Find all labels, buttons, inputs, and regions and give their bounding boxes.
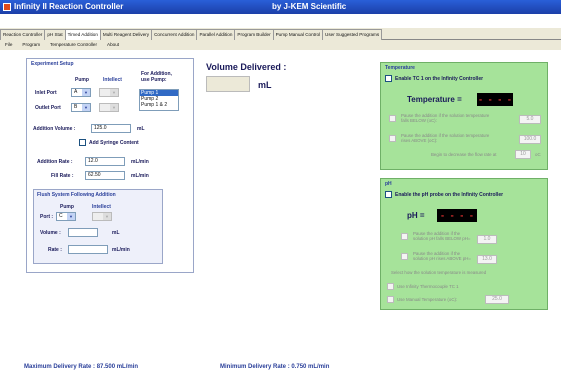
tab-pump-manual-control[interactable]: Pump Manual Control [272,29,324,40]
addition-volume-unit: mL [137,126,145,132]
volume-delivered-display [206,76,250,92]
fill-rate-unit: mL/min [131,173,149,179]
flush-volume-label: Volume : [40,230,61,236]
pause-ph-above-label: Pause the addition if the solution pH ri… [413,251,471,261]
use-thermocouple-checkbox[interactable] [387,283,394,290]
window-title: Infinity II Reaction Controller [14,2,124,11]
for-addition-label: For Addition, use Pump: [141,71,172,83]
tab-concurrent-addition[interactable]: Concurrent Addition [151,29,198,40]
addition-rate-unit: mL/min [131,159,149,165]
experiment-setup-title: Experiment Setup [31,61,74,67]
pause-temp-above-checkbox[interactable] [389,135,396,142]
flow-rate-label: Begin to decrease the flow rate at [431,152,497,157]
syringe-content-label: Add Syringe Content [89,140,139,146]
pause-temp-below-input[interactable]: 5.0 [519,115,541,124]
menu-program[interactable]: Program [17,40,45,49]
pause-temp-above-input[interactable]: 100.0 [519,135,541,144]
ph-panel-title: pH [385,181,392,187]
tab-parallel-addition[interactable]: Parallel Addition [196,29,236,40]
tab-multi-reagent-delivery[interactable]: Multi Reagent Delivery [99,29,153,40]
inlet-port-select[interactable]: A ▼ [71,88,91,97]
fill-rate-input[interactable]: 62.50 [85,171,125,180]
flush-volume-input[interactable] [68,228,98,237]
flow-rate-input[interactable]: 10 [515,150,531,159]
title-bar: Infinity II Reaction Controller by J-KEM… [0,0,561,14]
flush-port-select[interactable]: C ▼ [56,212,76,221]
max-delivery-rate: Maximum Delivery Rate : 87.500 mL/min [24,364,139,370]
flush-intellect-header: Intellect [92,204,111,210]
enable-ph-label: Enable the pH probe on the Infinity Cont… [395,192,504,198]
pause-ph-above-checkbox[interactable] [401,253,408,260]
outlet-port-label: Outlet Port [35,105,61,111]
temperature-panel-title: Temperature [385,65,415,71]
addition-rate-label: Addition Rate : [37,159,73,165]
experiment-setup-panel: Experiment Setup Pump Intellect For Addi… [26,58,194,273]
addition-rate-input[interactable]: 12.0 [85,157,125,166]
chevron-down-icon: ▼ [110,104,118,111]
pause-ph-below-label: Pause the addition if the solution pH fa… [413,231,471,241]
menu-temperature-controller[interactable]: Temperature Controller [45,40,102,49]
select-temp-method-label: Select how the solution temperature is m… [391,270,487,275]
temperature-display: - - - - [477,93,513,106]
enable-tc-label: Enable TC 1 on the Infinity Controller [395,76,484,82]
tab-bar: Reaction Controller pH Stat Timed Addition… [0,28,561,41]
flush-panel: Flush System Following Addition Pump Int… [33,189,163,264]
flush-pump-header: Pump [60,204,74,210]
inlet-port-label: Inlet Port [35,90,57,96]
tab-program-builder[interactable]: Program Builder [234,29,274,40]
temperature-reading-label: Temperature = [407,95,462,104]
flow-rate-unit: oC [535,152,541,157]
volume-delivered-unit: mL [258,80,272,90]
chevron-down-icon: ▼ [82,89,90,96]
flush-rate-input[interactable] [68,245,108,254]
addition-volume-label: Addition Volume : [33,126,76,132]
volume-delivered-label: Volume Delivered : [206,62,287,72]
outlet-port-select[interactable]: B ▼ [71,103,91,112]
pause-temp-above-label: Pause the addition if the solution tempe… [401,133,490,143]
use-thermocouple-label: Use Infinity Thermocouple TC 1 [397,284,459,289]
menu-file[interactable]: File [0,40,17,49]
menu-about[interactable]: About [102,40,124,49]
pause-ph-below-checkbox[interactable] [401,233,408,240]
addition-volume-input[interactable]: 125.0 [91,124,131,133]
flush-panel-title: Flush System Following Addition [37,192,116,198]
tab-user-suggested-programs[interactable]: User Suggested Programs [322,29,383,40]
flush-intellect-select[interactable]: ▼ [92,212,112,221]
pause-temp-below-label: Pause the addition if the solution tempe… [401,113,490,123]
tab-reaction-controller[interactable]: Reaction Controller [0,29,46,40]
window-vendor: by J-KEM Scientific [272,2,347,11]
pause-ph-below-input[interactable]: 1.0 [477,235,497,244]
list-item[interactable]: Pump 1 & 2 [140,102,178,108]
chevron-down-icon: ▼ [67,213,75,220]
menu-bar: File Program Temperature Controller About [0,40,561,50]
tab-ph-stat[interactable]: pH Stat [44,29,66,40]
flush-port-label: Port : [40,214,54,220]
pump-listbox[interactable]: Pump 1 Pump 2 Pump 1 & 2 [139,89,179,111]
ph-display: - - - - [437,209,477,222]
pump-col-header: Pump [75,77,89,83]
pause-ph-above-input[interactable]: 13.0 [477,255,497,264]
enable-tc-checkbox[interactable] [385,75,392,82]
flush-rate-unit: mL/min [112,247,130,253]
intellect-col-header: Intellect [103,77,122,83]
inlet-intellect-select[interactable]: ▼ [99,88,119,97]
chevron-down-icon: ▼ [110,89,118,96]
use-manual-temp-checkbox[interactable] [387,296,394,303]
min-delivery-rate: Minimum Delivery Rate : 0.750 mL/min [220,364,330,370]
chevron-down-icon: ▼ [82,104,90,111]
outlet-intellect-select[interactable]: ▼ [99,103,119,112]
use-manual-temp-label: Use Manual Temperature (oC): [397,297,458,302]
chevron-down-icon: ▼ [103,213,111,220]
flush-volume-unit: mL [112,230,120,236]
flush-rate-label: Rate : [48,247,62,253]
manual-temp-input[interactable]: 25.0 [485,295,509,304]
fill-rate-label: Fill Rate : [51,173,74,179]
syringe-content-checkbox[interactable] [79,139,86,146]
ph-panel: pH Enable the pH probe on the Infinity C… [380,178,548,310]
pause-temp-below-checkbox[interactable] [389,115,396,122]
enable-ph-checkbox[interactable] [385,191,392,198]
ph-reading-label: pH = [407,211,425,220]
app-icon [3,3,11,11]
temperature-panel: Temperature Enable TC 1 on the Infinity … [380,62,548,170]
